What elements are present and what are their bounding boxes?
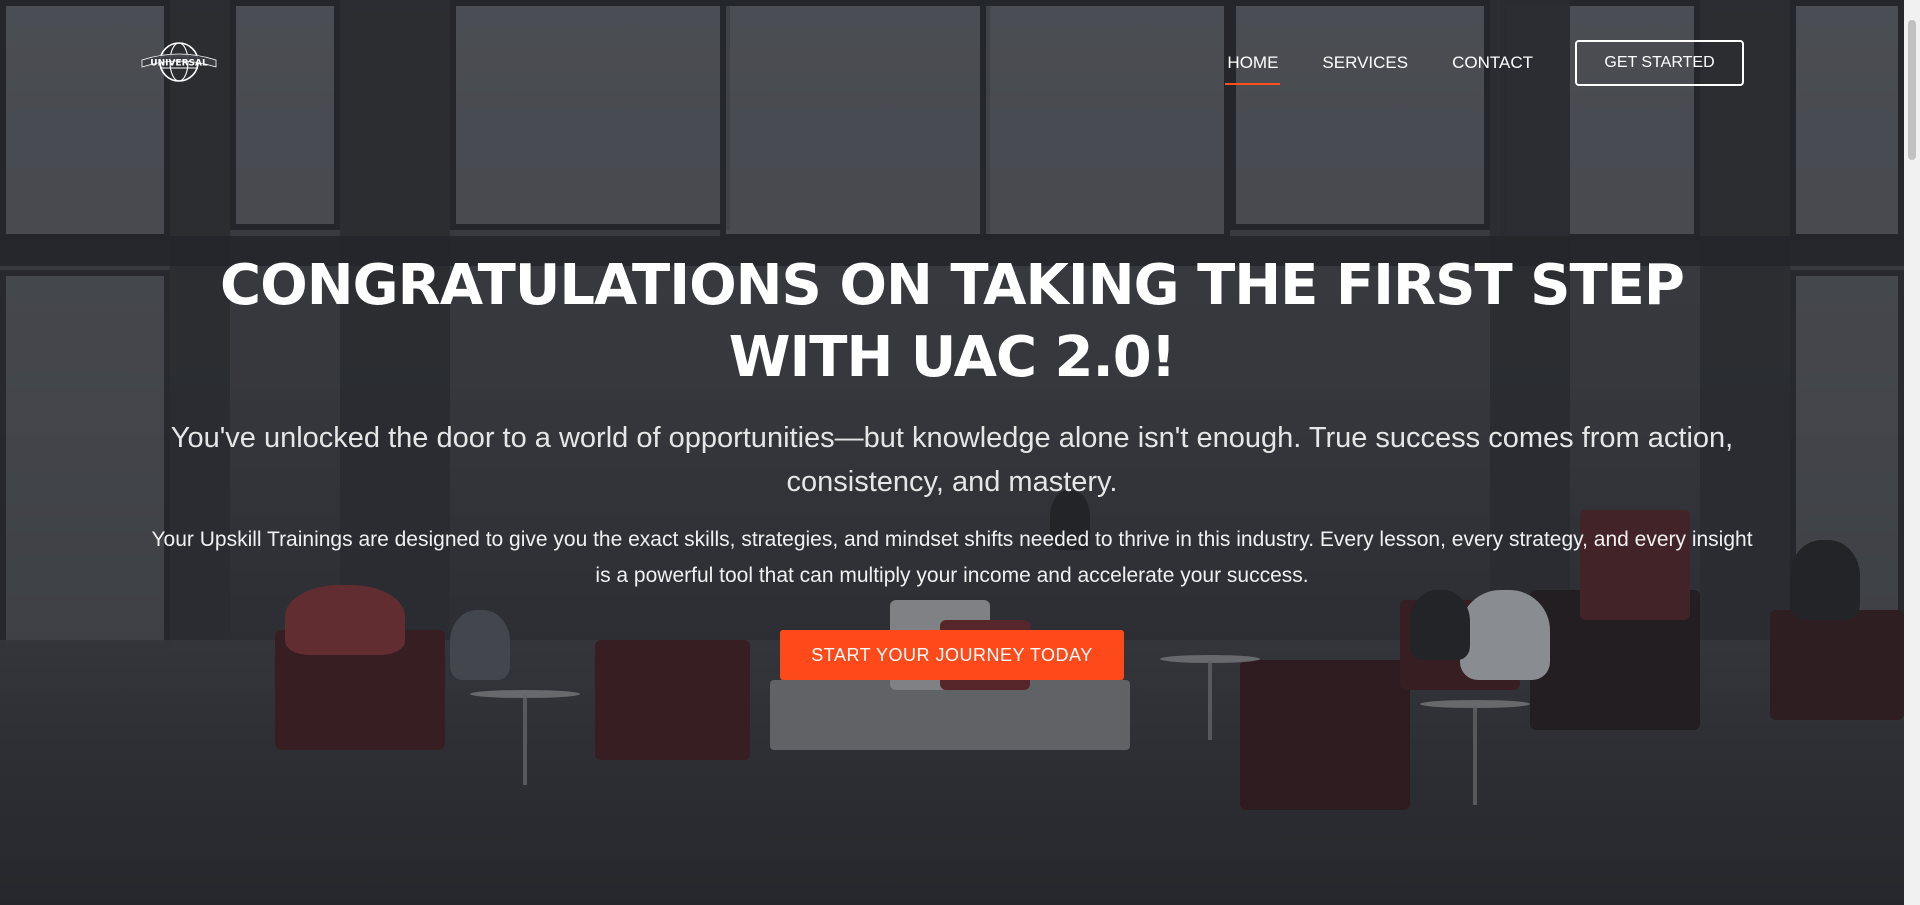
scrollbar-thumb[interactable]: [1908, 20, 1916, 160]
hero-section: UNIVERSAL HOME SERVICES CONTACT GET STAR…: [0, 0, 1904, 905]
nav-link-contact[interactable]: CONTACT: [1450, 41, 1535, 85]
svg-text:UNIVERSAL: UNIVERSAL: [150, 59, 208, 69]
hero-body-text: Your Upskill Trainings are designed to g…: [151, 528, 1753, 587]
brand-logo[interactable]: UNIVERSAL: [140, 40, 218, 84]
nav-link-services[interactable]: SERVICES: [1320, 41, 1410, 85]
page-scrollbar[interactable]: [1904, 0, 1920, 905]
globe-logo-icon: UNIVERSAL: [141, 42, 217, 82]
main-nav: HOME SERVICES CONTACT GET STARTED: [1225, 40, 1744, 86]
hero-content: CONGRATULATIONS ON TAKING THE FIRST STEP…: [0, 250, 1904, 680]
nav-link-home[interactable]: HOME: [1225, 41, 1281, 85]
get-started-button[interactable]: GET STARTED: [1575, 40, 1744, 86]
start-journey-button[interactable]: START YOUR JOURNEY TODAY: [780, 630, 1124, 680]
hero-lead-text: You've unlocked the door to a world of o…: [170, 422, 1734, 498]
hero-headline: CONGRATULATIONS ON TAKING THE FIRST STEP…: [220, 253, 1685, 390]
